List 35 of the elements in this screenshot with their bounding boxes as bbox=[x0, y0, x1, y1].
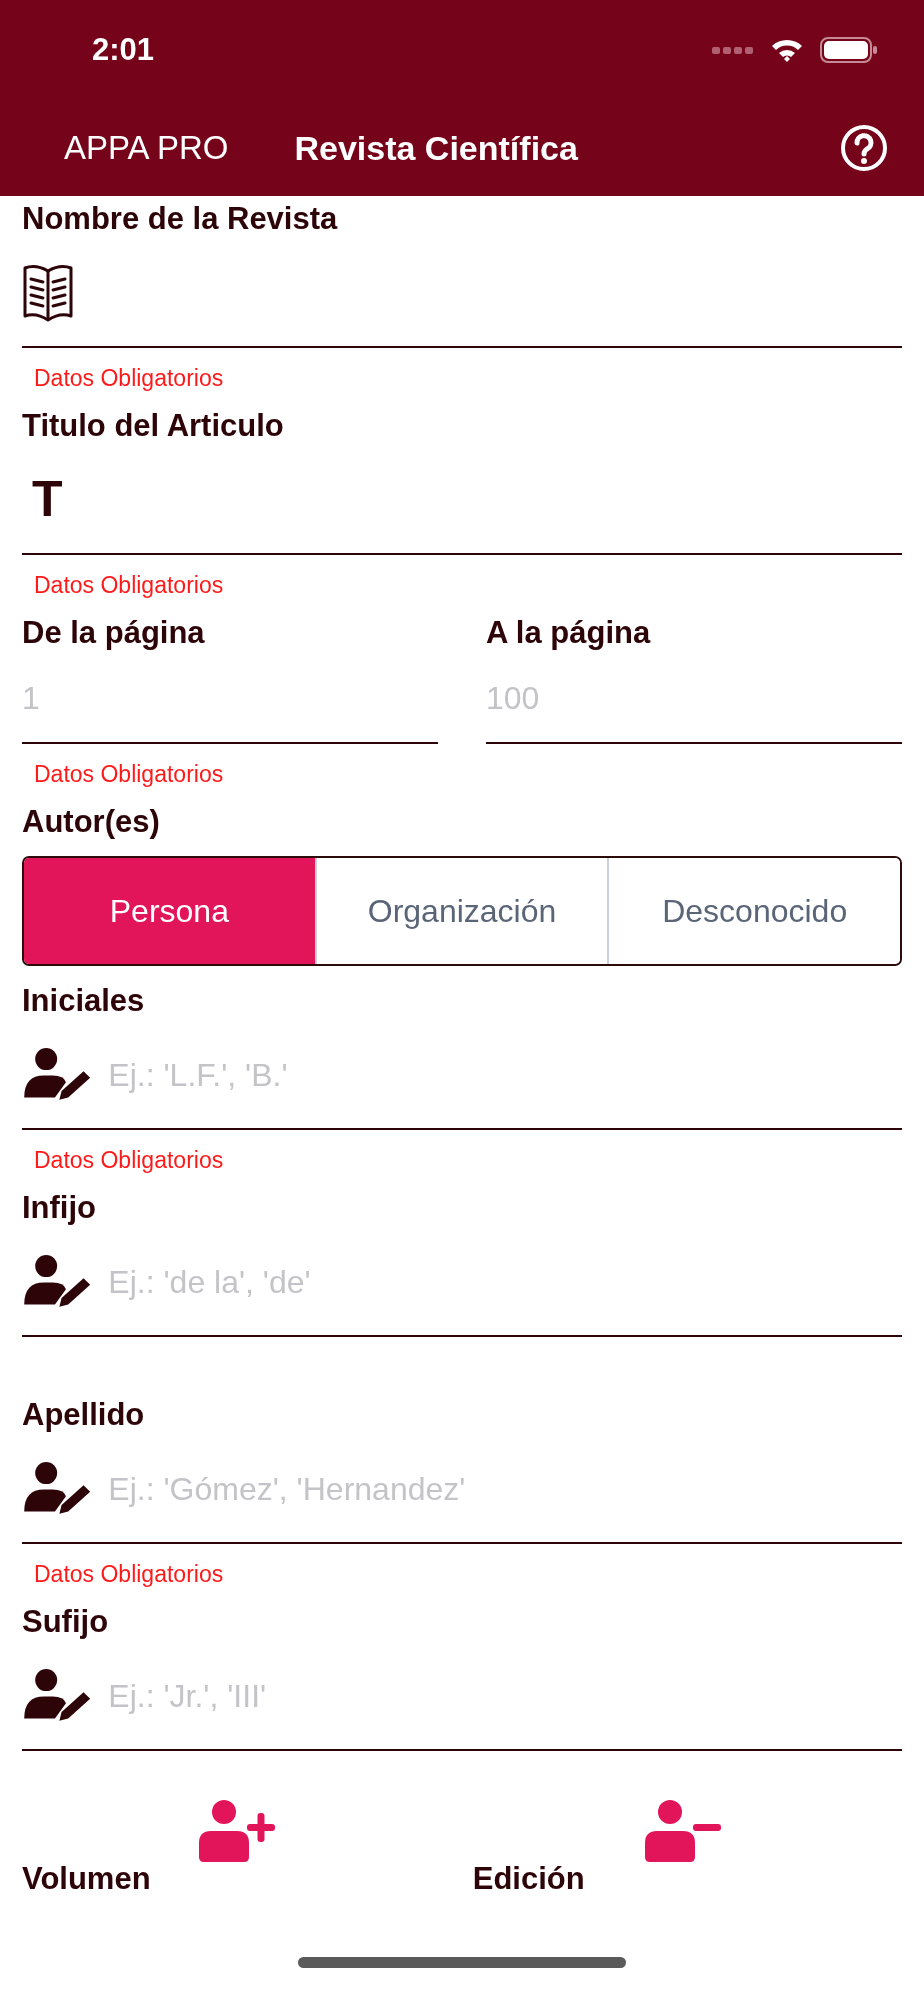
text-field[interactable]: Ej.: 'Jr.', 'III' bbox=[108, 1671, 902, 1720]
error-message: Datos Obligatorios bbox=[34, 365, 224, 391]
remove-person-icon[interactable] bbox=[642, 1799, 721, 1863]
text-icon: T bbox=[32, 462, 63, 537]
error-message: Datos Obligatorios bbox=[34, 1561, 224, 1587]
status-time: 2:01 bbox=[92, 30, 155, 69]
help-icon bbox=[840, 124, 888, 172]
field-label: A la página bbox=[486, 614, 652, 652]
field-label: De la página bbox=[22, 614, 206, 652]
field-label: Nombre de la Revista bbox=[22, 200, 339, 238]
text-field[interactable]: Ej.: 'L.F.', 'B.' bbox=[108, 1050, 902, 1099]
field-label: Titulo del Articulo bbox=[22, 407, 285, 445]
error-message: Datos Obligatorios bbox=[34, 1147, 224, 1173]
text-field[interactable]: Ej.: 'de la', 'de' bbox=[108, 1257, 902, 1306]
signal-icon bbox=[712, 45, 754, 55]
field-label: Apellido bbox=[22, 1396, 146, 1434]
segment-tab[interactable]: Persona bbox=[24, 858, 315, 964]
field-label: Infijo bbox=[22, 1189, 98, 1227]
segment-tab[interactable]: Desconocido bbox=[607, 858, 900, 964]
field-label: Autor(es) bbox=[22, 803, 161, 841]
battery-icon bbox=[820, 37, 878, 63]
wifi-icon bbox=[770, 37, 804, 63]
screen-title: Revista Científica bbox=[294, 127, 578, 169]
error-message: Datos Obligatorios bbox=[34, 572, 224, 598]
text-field[interactable]: Ej.: 'Gómez', 'Hernandez' bbox=[108, 1464, 902, 1513]
page-field[interactable]: 1 bbox=[22, 673, 438, 722]
section-label: Edición bbox=[472, 1860, 585, 1898]
page-field[interactable]: 100 bbox=[486, 673, 902, 722]
back-button[interactable]: APPA PRO bbox=[64, 123, 229, 173]
field-label: Sufijo bbox=[22, 1603, 110, 1641]
help-button[interactable] bbox=[840, 124, 888, 172]
section-label: Volumen bbox=[22, 1860, 151, 1898]
field-label: Iniciales bbox=[22, 982, 146, 1020]
error-message: Datos Obligatorios bbox=[34, 761, 224, 787]
add-person-icon[interactable] bbox=[196, 1799, 275, 1863]
